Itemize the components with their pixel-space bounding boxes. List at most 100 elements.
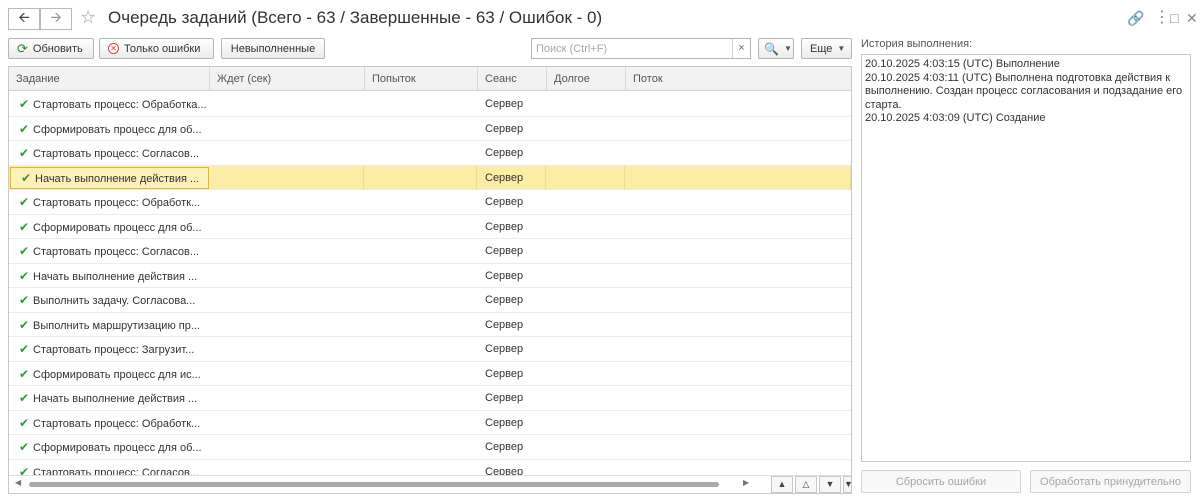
history-textarea[interactable]: 20.10.2025 4:03:15 (UTC) Выполнение 20.10… — [861, 54, 1191, 462]
tries-cell[interactable] — [365, 264, 477, 288]
table-row[interactable]: ✔ Начать выполнение действия ... Сервер — [9, 165, 851, 190]
long-cell[interactable] — [547, 337, 625, 361]
session-cell[interactable]: Сервер — [478, 264, 546, 288]
column-long[interactable]: Долгое — [547, 67, 626, 91]
session-cell[interactable]: Сервер — [478, 117, 546, 141]
tries-cell[interactable] — [365, 435, 477, 459]
session-cell[interactable]: Сервер — [478, 386, 546, 410]
long-cell[interactable] — [547, 117, 625, 141]
scroll-right-icon[interactable]: ▶ — [743, 478, 749, 487]
long-cell[interactable] — [547, 141, 625, 165]
table-row[interactable]: ✔ Начать выполнение действия ... Сервер — [9, 386, 851, 411]
table-row[interactable]: ✔ Сформировать процесс для об... Сервер — [9, 117, 851, 141]
close-icon[interactable]: ✕ — [1186, 9, 1198, 27]
task-cell[interactable]: ✔ Стартовать процесс: Согласов... — [9, 141, 209, 165]
flow-cell[interactable] — [626, 337, 851, 361]
task-cell[interactable]: ✔ Начать выполнение действия ... — [9, 264, 209, 288]
tries-cell[interactable] — [365, 190, 477, 214]
flow-cell[interactable] — [626, 117, 851, 141]
long-cell[interactable] — [547, 411, 625, 435]
table-row[interactable]: ✔ Стартовать процесс: Обработк... Сервер — [9, 411, 851, 435]
session-cell[interactable]: Сервер — [478, 92, 546, 116]
wait-cell[interactable] — [210, 239, 364, 263]
session-cell[interactable]: Сервер — [478, 362, 546, 386]
tries-cell[interactable] — [365, 239, 477, 263]
wait-cell[interactable] — [210, 435, 364, 459]
column-wait[interactable]: Ждет (сек) — [210, 67, 365, 91]
column-flow[interactable]: Поток — [626, 67, 851, 91]
more-button[interactable]: Еще ▼ — [801, 38, 852, 59]
wait-cell[interactable] — [210, 362, 364, 386]
search-clear-icon[interactable]: × — [732, 39, 750, 58]
long-cell[interactable] — [547, 362, 625, 386]
long-cell[interactable] — [547, 435, 625, 459]
wait-cell[interactable] — [210, 117, 364, 141]
table-row[interactable]: ✔ Сформировать процесс для об... Сервер — [9, 435, 851, 460]
tries-cell[interactable] — [365, 117, 477, 141]
task-cell[interactable]: ✔ Стартовать процесс: Загрузит... — [9, 337, 209, 361]
wait-cell[interactable] — [210, 337, 364, 361]
task-cell[interactable]: ✔ Выполнить задачу. Согласова... — [9, 288, 209, 312]
flow-cell[interactable] — [626, 313, 851, 337]
refresh-button[interactable]: ⟳ Обновить — [8, 38, 94, 59]
table-row[interactable]: ✔ Стартовать процесс: Обработка... Сервер — [9, 92, 851, 117]
unfinished-button[interactable]: Невыполненные — [221, 38, 325, 59]
tries-cell[interactable] — [365, 215, 477, 239]
table-row[interactable]: ✔ Стартовать процесс: Обработк... Сервер — [9, 190, 851, 215]
long-cell[interactable] — [547, 386, 625, 410]
search-input[interactable] — [532, 39, 732, 58]
flow-cell[interactable] — [626, 435, 851, 459]
long-cell[interactable] — [547, 215, 625, 239]
table-row[interactable]: ✔ Выполнить задачу. Согласова... Сервер — [9, 288, 851, 313]
flow-cell[interactable] — [626, 165, 851, 190]
session-cell[interactable]: Сервер — [478, 165, 546, 190]
task-cell[interactable]: ✔ Стартовать процесс: Обработка... — [9, 92, 209, 116]
long-cell[interactable] — [547, 190, 625, 214]
flow-cell[interactable] — [626, 141, 851, 165]
table-row[interactable]: ✔ Стартовать процесс: Загрузит... Сервер — [9, 337, 851, 362]
maximize-icon[interactable]: □ — [1170, 9, 1178, 27]
long-cell[interactable] — [547, 313, 625, 337]
session-cell[interactable]: Сервер — [478, 215, 546, 239]
column-tries[interactable]: Попыток — [365, 67, 478, 91]
flow-cell[interactable] — [626, 362, 851, 386]
flow-cell[interactable] — [626, 215, 851, 239]
scroll-down-button[interactable]: ▼ — [819, 476, 841, 493]
search-options-button[interactable]: 🔍 ▼ — [758, 38, 794, 59]
tries-cell[interactable] — [365, 92, 477, 116]
long-cell[interactable] — [547, 288, 625, 312]
wait-cell[interactable] — [210, 190, 364, 214]
flow-cell[interactable] — [626, 386, 851, 410]
scrollbar-thumb[interactable] — [29, 482, 719, 487]
table-row[interactable]: ✔ Начать выполнение действия ... Сервер — [9, 264, 851, 288]
horizontal-scrollbar[interactable]: ◀ ▶ — [9, 476, 757, 493]
tasks-table[interactable]: Задание Ждет (сек) Попыток Сеанс Долгое … — [8, 66, 852, 494]
column-task[interactable]: Задание — [9, 67, 210, 91]
task-cell[interactable]: ✔ Стартовать процесс: Обработк... — [9, 411, 209, 435]
session-cell[interactable]: Сервер — [478, 313, 546, 337]
wait-cell[interactable] — [210, 92, 364, 116]
back-button[interactable]: 🡨 — [8, 8, 40, 30]
table-row[interactable]: ✔ Стартовать процесс: Согласов... Сервер — [9, 141, 851, 166]
wait-cell[interactable] — [210, 411, 364, 435]
long-cell[interactable] — [547, 165, 625, 190]
task-cell[interactable]: ✔ Сформировать процесс для ис... — [9, 362, 209, 386]
long-cell[interactable] — [547, 239, 625, 263]
wait-cell[interactable] — [210, 288, 364, 312]
flow-cell[interactable] — [626, 411, 851, 435]
scroll-up-button[interactable]: △ — [795, 476, 817, 493]
scroll-to-top-button[interactable]: ▲ — [771, 476, 793, 493]
session-cell[interactable]: Сервер — [478, 337, 546, 361]
flow-cell[interactable] — [626, 264, 851, 288]
session-cell[interactable]: Сервер — [478, 141, 546, 165]
wait-cell[interactable] — [210, 215, 364, 239]
wait-cell[interactable] — [210, 165, 364, 190]
task-cell[interactable]: ✔ Стартовать процесс: Согласов... — [9, 239, 209, 263]
table-row[interactable]: ✔ Стартовать процесс: Согласов... Сервер — [9, 239, 851, 264]
flow-cell[interactable] — [626, 288, 851, 312]
session-cell[interactable]: Сервер — [478, 190, 546, 214]
session-cell[interactable]: Сервер — [478, 435, 546, 459]
tries-cell[interactable] — [365, 386, 477, 410]
kebab-menu-icon[interactable]: ⋮ — [1154, 9, 1170, 27]
tries-cell[interactable] — [365, 141, 477, 165]
